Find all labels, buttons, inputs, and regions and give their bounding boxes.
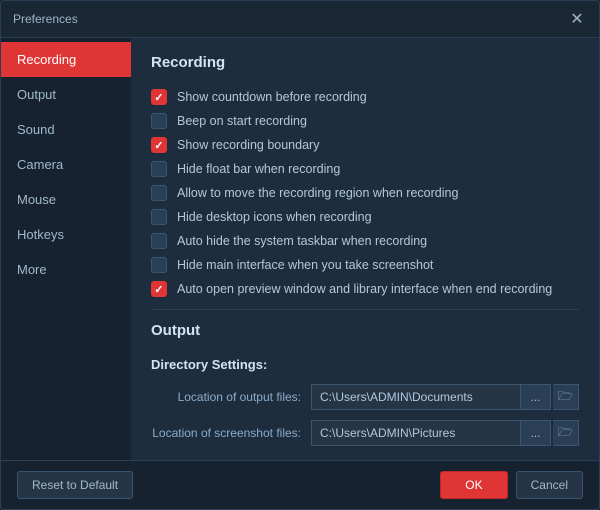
sidebar-item-output[interactable]: Output — [1, 77, 131, 112]
ok-button[interactable]: OK — [440, 471, 507, 499]
sidebar-item-more[interactable]: More — [1, 252, 131, 287]
output-section-title: Output — [151, 322, 579, 345]
reset-button[interactable]: Reset to Default — [17, 471, 133, 499]
checkbox-taskbar-label: Auto hide the system taskbar when record… — [177, 234, 427, 248]
footer-right: OK Cancel — [440, 471, 583, 499]
checkbox-countdown-label: Show countdown before recording — [177, 90, 367, 104]
checkbox-preview-label: Auto open preview window and library int… — [177, 282, 552, 296]
screenshot-files-dots-button[interactable]: ... — [521, 420, 551, 446]
content-area: Recording Show countdown before recordin… — [131, 38, 599, 460]
checkbox-floatbar-label: Hide float bar when recording — [177, 162, 340, 176]
sidebar-item-hotkeys[interactable]: Hotkeys — [1, 217, 131, 252]
checkbox-boundary-label: Show recording boundary — [177, 138, 319, 152]
checkbox-taskbar: Auto hide the system taskbar when record… — [151, 233, 579, 249]
checkbox-move-label: Allow to move the recording region when … — [177, 186, 458, 200]
output-files-row: Location of output files: ... 🗁 — [151, 384, 579, 410]
checkbox-beep: Beep on start recording — [151, 113, 579, 129]
checkbox-countdown: Show countdown before recording — [151, 89, 579, 105]
checkbox-countdown-box[interactable] — [151, 89, 167, 105]
output-files-label: Location of output files: — [151, 390, 311, 404]
output-files-input-group: ... 🗁 — [311, 384, 579, 410]
checkbox-beep-label: Beep on start recording — [177, 114, 307, 128]
footer: Reset to Default OK Cancel — [1, 460, 599, 509]
checkbox-desktop: Hide desktop icons when recording — [151, 209, 579, 225]
checkbox-preview: Auto open preview window and library int… — [151, 281, 579, 297]
output-files-folder-button[interactable]: 🗁 — [553, 384, 579, 410]
cancel-button[interactable]: Cancel — [516, 471, 583, 499]
sidebar: Recording Output Sound Camera Mouse Hotk… — [1, 38, 131, 460]
checkbox-floatbar: Hide float bar when recording — [151, 161, 579, 177]
checkbox-desktop-label: Hide desktop icons when recording — [177, 210, 372, 224]
checkbox-move: Allow to move the recording region when … — [151, 185, 579, 201]
checkbox-beep-box[interactable] — [151, 113, 167, 129]
screenshot-files-row: Location of screenshot files: ... 🗁 — [151, 420, 579, 446]
dialog-title: Preferences — [13, 12, 78, 26]
recording-section-title: Recording — [151, 54, 579, 77]
screenshot-files-label: Location of screenshot files: — [151, 426, 311, 440]
sidebar-item-sound[interactable]: Sound — [1, 112, 131, 147]
checkbox-main-label: Hide main interface when you take screen… — [177, 258, 433, 272]
section-divider — [151, 309, 579, 310]
sidebar-item-camera[interactable]: Camera — [1, 147, 131, 182]
sidebar-item-recording[interactable]: Recording — [1, 42, 131, 77]
main-content: Recording Output Sound Camera Mouse Hotk… — [1, 38, 599, 460]
checkbox-desktop-box[interactable] — [151, 209, 167, 225]
checkbox-main: Hide main interface when you take screen… — [151, 257, 579, 273]
checkbox-floatbar-box[interactable] — [151, 161, 167, 177]
screenshot-files-folder-button[interactable]: 🗁 — [553, 420, 579, 446]
screenshot-files-input[interactable] — [311, 420, 521, 446]
screenshot-files-input-group: ... 🗁 — [311, 420, 579, 446]
checkbox-move-box[interactable] — [151, 185, 167, 201]
title-bar: Preferences ✕ — [1, 1, 599, 38]
output-files-dots-button[interactable]: ... — [521, 384, 551, 410]
output-files-input[interactable] — [311, 384, 521, 410]
sidebar-item-mouse[interactable]: Mouse — [1, 182, 131, 217]
checkbox-taskbar-box[interactable] — [151, 233, 167, 249]
close-button[interactable]: ✕ — [567, 9, 587, 29]
checkbox-boundary: Show recording boundary — [151, 137, 579, 153]
checkbox-main-box[interactable] — [151, 257, 167, 273]
preferences-dialog: Preferences ✕ Recording Output Sound Cam… — [0, 0, 600, 510]
checkbox-preview-box[interactable] — [151, 281, 167, 297]
directory-settings-title: Directory Settings: — [151, 357, 579, 372]
checkbox-boundary-box[interactable] — [151, 137, 167, 153]
